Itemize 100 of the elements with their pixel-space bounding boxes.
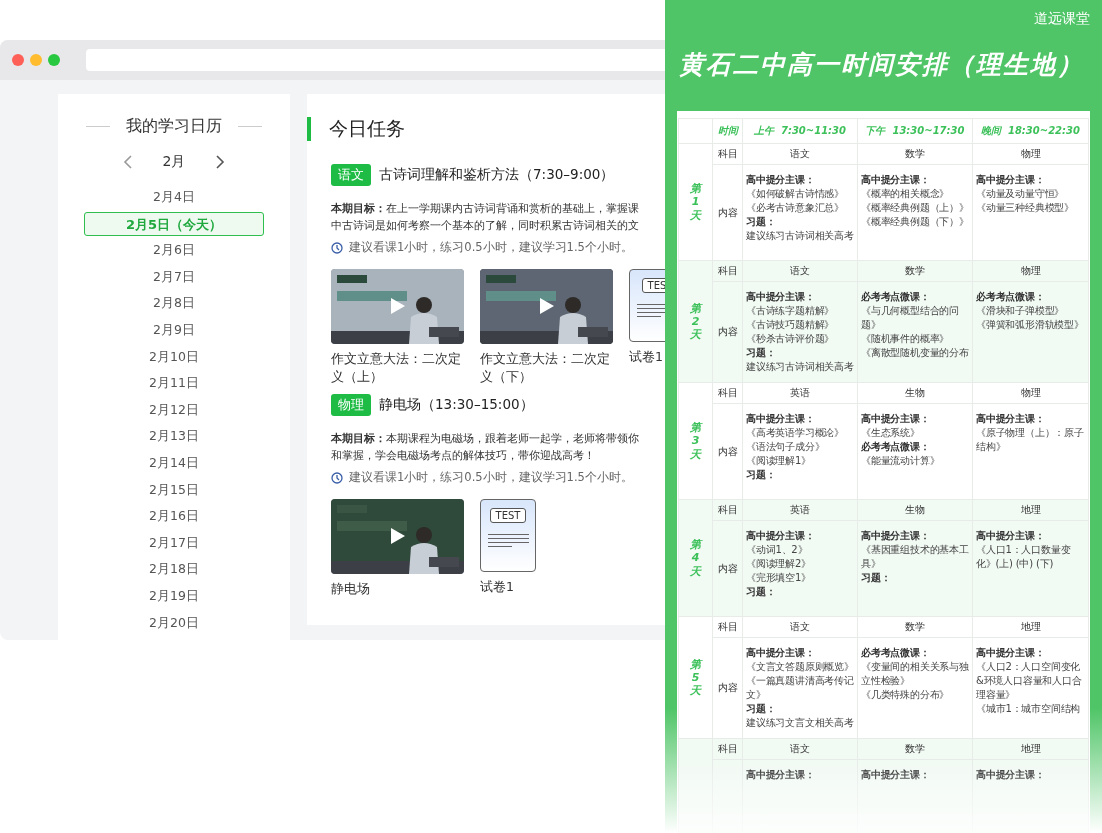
date-item[interactable]: 2月17日 — [84, 530, 264, 555]
previous-icon[interactable] — [122, 155, 133, 169]
video-title[interactable]: 作文立意大法：二次定义（上） — [331, 350, 464, 386]
date-item[interactable]: 2月20日 — [84, 610, 264, 635]
date-item[interactable]: 2月14日 — [84, 450, 264, 475]
table-cell: 物理 — [973, 144, 1089, 165]
date-item[interactable]: 2月9日 — [84, 317, 264, 342]
course-line: 建议练习古诗词相关高考 — [746, 360, 854, 374]
clock-icon — [331, 241, 343, 254]
brand-logo: 道远课堂 — [1034, 10, 1090, 28]
day-label: 第2天 — [690, 301, 701, 342]
header-cell: 时间 — [713, 119, 743, 144]
course-line: 建议练习文言文相关高考 — [746, 716, 854, 730]
course-line: 高中提分主课： — [746, 290, 815, 304]
month-label: 2月 — [162, 153, 186, 171]
clock-icon — [331, 471, 343, 484]
date-item[interactable]: 2月12日 — [84, 397, 264, 422]
test-title[interactable]: 试卷1 — [629, 348, 665, 366]
course-line: 高中提分主课： — [976, 529, 1045, 543]
content-label: 内容 — [717, 325, 738, 339]
course-line: 必考考点微课： — [861, 440, 930, 454]
course-line: 《古诗练字题精解》 — [746, 304, 835, 318]
course-line: 高中提分主课： — [861, 412, 930, 426]
course-line: 《动量三种经典模型》 — [976, 201, 1074, 215]
minimize-dot[interactable] — [30, 54, 42, 66]
table-cell: 物理 — [973, 261, 1089, 282]
study-hint: 建议看课1小时，练习0.5小时，建议学习1.5个小时。 — [349, 240, 633, 255]
content-label: 内容 — [717, 681, 738, 695]
course-line: 《概率经典例题（下）》 — [861, 215, 969, 229]
course-line: 《与几何概型结合的问题》 — [861, 304, 960, 332]
close-dot[interactable] — [12, 54, 24, 66]
task-title[interactable]: 静电场（13:30–15:00） — [379, 396, 534, 414]
test-paper-icon[interactable]: TES — [629, 269, 665, 342]
subject-tag: 物理 — [331, 394, 371, 416]
table-cell: 数学 — [858, 144, 973, 165]
study-hint: 建议看课1小时，练习0.5小时，建议学习1.5个小时。 — [349, 470, 633, 485]
table-cell: 科目 — [713, 500, 743, 521]
course-line: 《离散型随机变量的分布 — [861, 346, 969, 360]
date-item[interactable]: 2月16日 — [84, 504, 264, 529]
course-line: 《概率的相关概念》 — [861, 187, 950, 201]
content-label: 内容 — [717, 444, 738, 459]
table-cell: 科目 — [713, 383, 743, 404]
next-icon[interactable] — [215, 155, 226, 169]
table-cell: 语文 — [743, 617, 858, 638]
date-item[interactable]: 2月11日 — [84, 371, 264, 396]
course-line: 《几类特殊的分布》 — [861, 688, 950, 702]
date-item[interactable]: 2月4日 — [84, 185, 264, 209]
course-line: 《秒杀古诗评价题》 — [746, 332, 835, 346]
course-line: 《必考古诗意象汇总》 — [746, 201, 844, 215]
content-label: 内容 — [717, 561, 738, 576]
table-cell: 语文 — [743, 261, 858, 282]
date-item[interactable]: 2月10日 — [84, 344, 264, 369]
header-cell: 下午 13:30~17:30 — [858, 119, 973, 144]
day-label: 第3天 — [690, 421, 701, 461]
course-line: 高中提分主课： — [861, 529, 930, 543]
course-line: 习题： — [861, 571, 891, 585]
video-title[interactable]: 静电场 — [331, 580, 464, 598]
header-cell: 上午 7:30~11:30 — [743, 119, 858, 144]
video-title[interactable]: 作文立意大法：二次定义（下） — [480, 350, 613, 386]
course-line: 《完形填空1》 — [746, 571, 811, 585]
course-line: 习题： — [746, 346, 776, 360]
schedule-title: 黄石二中高一时间安排（理生地） — [679, 49, 1085, 81]
course-line: 必考考点微课： — [861, 290, 930, 304]
course-line: 《概率经典例题（上）》 — [861, 201, 969, 215]
date-item[interactable]: 2月8日 — [84, 291, 264, 316]
course-line: 《变量间的相关关系与独立性检验》 — [861, 660, 970, 688]
task-title[interactable]: 古诗词理解和鉴析方法（7:30–9:00） — [379, 166, 615, 184]
test-title[interactable]: 试卷1 — [480, 578, 613, 596]
course-line: 高中提分主课： — [976, 768, 1045, 782]
course-line: 习题： — [746, 468, 776, 482]
course-line: 《动量及动量守恒》 — [976, 187, 1065, 201]
play-icon[interactable] — [539, 297, 555, 315]
date-item[interactable]: 2月6日 — [84, 238, 264, 263]
day-label: 第5天 — [690, 657, 701, 698]
test-paper-icon[interactable]: TEST — [480, 499, 536, 572]
course-line: 《生态系统》 — [861, 426, 920, 440]
maximize-dot[interactable] — [48, 54, 60, 66]
course-line: 高中提分主课： — [861, 173, 930, 187]
table-cell: 英语 — [743, 500, 858, 521]
date-item[interactable]: 2月13日 — [84, 424, 264, 449]
course-line: 《城市1：城市空间结构 — [976, 702, 1081, 716]
course-line: 《能量流动计算》 — [861, 454, 940, 468]
subject-tag: 语文 — [331, 164, 371, 186]
date-item[interactable]: 2月15日 — [84, 477, 264, 502]
course-line: 《弹簧和弧形滑轨模型》 — [976, 318, 1084, 332]
course-line: 《语法句子成分》 — [746, 440, 825, 454]
date-item[interactable]: 2月7日 — [84, 264, 264, 289]
table-cell: 数学 — [858, 261, 973, 282]
goal-text: 本期目标：本期课程为电磁场，跟着老师一起学，老师将带领你 和掌握，学会电磁场考点的解体技巧，带你迎战高考！ — [331, 431, 640, 464]
course-line: 建议练习古诗词相关高考 — [746, 229, 854, 243]
course-line: 高中提分主课： — [976, 173, 1045, 187]
play-icon[interactable] — [390, 527, 406, 545]
course-line: 《阅读理解2》 — [746, 557, 811, 571]
course-line: 习题： — [746, 215, 776, 229]
date-item[interactable]: 2月19日 — [84, 583, 264, 608]
course-line: 高中提分主课： — [861, 768, 930, 782]
course-line: 必考考点微课： — [976, 290, 1045, 304]
day-label: 第1天 — [690, 182, 701, 222]
date-item[interactable]: 2月18日 — [84, 557, 264, 582]
table-cell: 语文 — [743, 144, 858, 165]
